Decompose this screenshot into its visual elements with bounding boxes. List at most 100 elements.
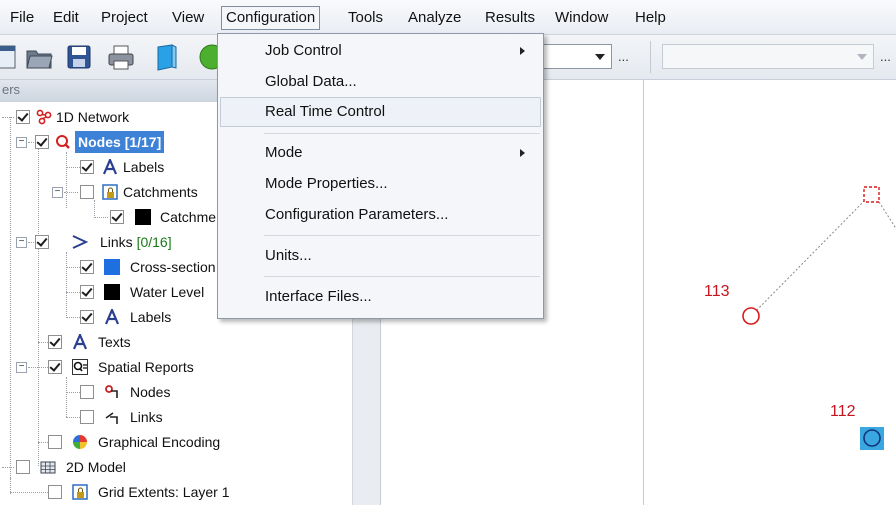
- canvas-divider: [643, 80, 644, 505]
- map-node-square[interactable]: [863, 186, 880, 203]
- menu-item-real-time-control[interactable]: Real Time Control: [220, 97, 541, 127]
- checkbox[interactable]: [80, 185, 94, 199]
- tree-item-label-with-count: Links [0/16]: [100, 231, 172, 253]
- checkbox[interactable]: [48, 360, 62, 374]
- checkbox[interactable]: [80, 385, 94, 399]
- tree-connector: [2, 117, 14, 118]
- menu-window[interactable]: Window: [551, 6, 612, 30]
- tree-item-label: Catchme: [160, 209, 217, 225]
- tree-item-label: Grid Extents: Layer 1: [98, 484, 230, 500]
- collapse-toggle[interactable]: −: [16, 237, 27, 248]
- link-icon: [72, 235, 88, 249]
- layer-select-more-button[interactable]: ...: [618, 49, 629, 64]
- print-icon[interactable]: [106, 42, 136, 72]
- menu-item-mode[interactable]: Mode: [220, 138, 541, 168]
- scenario-select: [662, 44, 874, 69]
- menu-item-global-data[interactable]: Global Data...: [220, 67, 541, 97]
- menu-item-label: Job Control: [265, 42, 342, 59]
- menu-tools[interactable]: Tools: [344, 6, 387, 30]
- tree-item-label: Cross-section: [130, 259, 216, 275]
- menu-analyze[interactable]: Analyze: [404, 6, 465, 30]
- menu-project[interactable]: Project: [97, 6, 152, 30]
- tree-item-label: Catchments: [123, 184, 198, 200]
- menu-help[interactable]: Help: [631, 6, 670, 30]
- tree-item-label: Graphical Encoding: [98, 434, 221, 450]
- chevron-down-icon: [595, 54, 605, 60]
- tree-item-label: Nodes: [78, 134, 121, 150]
- scenario-select-more-button: ...: [880, 49, 891, 64]
- checkbox[interactable]: [80, 160, 94, 174]
- toolbar-separator: [650, 41, 651, 73]
- tree-connector: [28, 367, 48, 368]
- menu-view[interactable]: View: [168, 6, 208, 30]
- menu-item-label: Global Data...: [265, 73, 357, 90]
- black-swatch-icon: [135, 209, 151, 225]
- tree-item-spatial-reports[interactable]: − Spatial Reports: [0, 356, 350, 378]
- link-line[interactable]: [878, 201, 896, 230]
- link-line[interactable]: [750, 193, 872, 317]
- tree-item-label: Labels: [130, 309, 172, 325]
- collapse-toggle[interactable]: −: [52, 187, 63, 198]
- menu-separator: [264, 235, 540, 236]
- checkbox[interactable]: [48, 485, 62, 499]
- spatial-report-icon: [72, 359, 88, 375]
- tree-item-texts[interactable]: Texts: [0, 331, 350, 353]
- open-folder-icon[interactable]: [24, 42, 54, 72]
- menu-item-job-control[interactable]: Job Control: [220, 36, 541, 66]
- tree-item-label: 2D Model: [66, 459, 126, 475]
- tree-connector: [66, 167, 80, 168]
- menu-item-mode-properties[interactable]: Mode Properties...: [220, 169, 541, 199]
- menu-edit[interactable]: Edit: [49, 6, 83, 30]
- menu-file[interactable]: File: [6, 6, 38, 30]
- menu-item-label: Units...: [265, 247, 312, 264]
- node-report-icon: [105, 385, 118, 398]
- tree-item-label: Texts: [98, 334, 131, 350]
- locked-layer-icon: [72, 484, 88, 500]
- checkbox[interactable]: [80, 310, 94, 324]
- checkbox[interactable]: [16, 110, 30, 124]
- tree-item-grid-extents[interactable]: Grid Extents: Layer 1: [0, 481, 350, 503]
- checkbox[interactable]: [110, 210, 124, 224]
- tree-connector: [66, 292, 80, 293]
- tree-item-report-nodes[interactable]: Nodes: [0, 381, 350, 403]
- checkbox[interactable]: [48, 435, 62, 449]
- menu-results[interactable]: Results: [481, 6, 539, 30]
- tree-item-label: 1D Network: [56, 109, 130, 125]
- menu-configuration[interactable]: Configuration: [221, 6, 321, 30]
- label-icon: [72, 334, 88, 350]
- checkbox[interactable]: [80, 285, 94, 299]
- collapse-toggle[interactable]: −: [16, 137, 27, 148]
- tree-item-label-selected: Nodes [1/17]: [75, 131, 165, 153]
- black-swatch-icon: [104, 284, 120, 300]
- checkbox[interactable]: [35, 235, 49, 249]
- book-icon[interactable]: [152, 42, 182, 72]
- menu-item-units[interactable]: Units...: [220, 241, 541, 271]
- node-query-icon: [56, 135, 70, 149]
- checkbox[interactable]: [48, 335, 62, 349]
- collapse-toggle[interactable]: −: [16, 362, 27, 373]
- menu-item-label: Mode Properties...: [265, 175, 388, 192]
- tree-item-label: Links: [130, 409, 163, 425]
- menu-separator: [264, 276, 540, 277]
- save-icon[interactable]: [64, 42, 94, 72]
- tree-connector: [94, 217, 108, 218]
- node-label-112: 112: [830, 403, 856, 420]
- selection-count: [0/16]: [136, 234, 172, 250]
- tree-item-label: Spatial Reports: [98, 359, 194, 375]
- menu-item-interface-files[interactable]: Interface Files...: [220, 282, 541, 312]
- menu-item-label: Mode: [265, 144, 303, 161]
- checkbox[interactable]: [80, 260, 94, 274]
- tree-item-2d-model[interactable]: 2D Model: [0, 456, 350, 478]
- tree-item-graphical-encoding[interactable]: Graphical Encoding: [0, 431, 350, 453]
- checkbox[interactable]: [16, 460, 30, 474]
- tree-item-report-links[interactable]: Links: [0, 406, 350, 428]
- map-node[interactable]: [742, 307, 760, 325]
- layer-select[interactable]: [540, 44, 612, 69]
- tree-item-label: Water Level: [130, 284, 205, 300]
- checkbox[interactable]: [35, 135, 49, 149]
- menu-item-configuration-parameters[interactable]: Configuration Parameters...: [220, 200, 541, 230]
- checkbox[interactable]: [80, 410, 94, 424]
- menu-bar: File Edit Project View Configuration Too…: [0, 0, 896, 35]
- color-wheel-icon: [73, 435, 87, 449]
- new-icon[interactable]: [0, 42, 22, 72]
